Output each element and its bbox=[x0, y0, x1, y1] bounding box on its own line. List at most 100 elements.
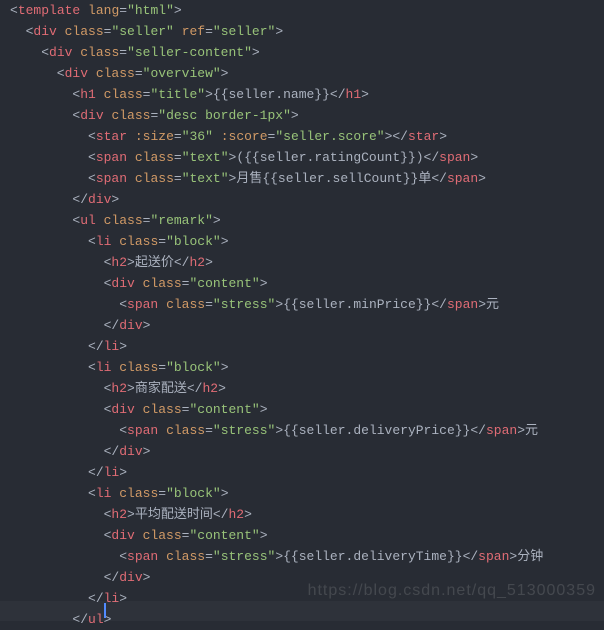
token-p: > bbox=[470, 150, 478, 165]
token-t: span bbox=[127, 549, 158, 564]
token-t: h2 bbox=[111, 255, 127, 270]
token-p: < bbox=[10, 24, 33, 39]
token-p: > bbox=[260, 528, 268, 543]
code-line: <span class="stress">{{seller.minPrice}}… bbox=[10, 297, 499, 312]
code-line: </li> bbox=[10, 339, 127, 354]
token-s: "stress" bbox=[213, 423, 275, 438]
token-s: "seller-content" bbox=[127, 45, 252, 60]
token-a: class bbox=[135, 150, 174, 165]
token-p: </ bbox=[10, 612, 88, 627]
token-s: "content" bbox=[189, 402, 259, 417]
token-p bbox=[57, 24, 65, 39]
token-t: ul bbox=[88, 612, 104, 627]
token-t: h2 bbox=[202, 381, 218, 396]
token-tx: 元 bbox=[486, 297, 499, 312]
token-a: class bbox=[119, 360, 158, 375]
token-p: </ bbox=[213, 507, 229, 522]
code-line: <div class="desc border-1px"> bbox=[10, 108, 299, 123]
token-s: "title" bbox=[150, 87, 205, 102]
token-s: "text" bbox=[182, 171, 229, 186]
token-p: = bbox=[119, 45, 127, 60]
code-line: </div> bbox=[10, 570, 150, 585]
token-p: > bbox=[221, 234, 229, 249]
token-tx: 商家配送 bbox=[135, 381, 187, 396]
token-p bbox=[127, 129, 135, 144]
code-line: <li class="block"> bbox=[10, 234, 229, 249]
code-line: </li> bbox=[10, 591, 127, 606]
token-tx: 元 bbox=[525, 423, 538, 438]
token-p bbox=[135, 402, 143, 417]
token-p: </ bbox=[330, 87, 346, 102]
token-t: li bbox=[104, 339, 120, 354]
token-t: div bbox=[49, 45, 72, 60]
token-tx: 月售{{seller.sellCount}}单 bbox=[236, 171, 431, 186]
token-p: > bbox=[221, 486, 229, 501]
token-p: = bbox=[205, 423, 213, 438]
token-p: > bbox=[275, 423, 283, 438]
token-p: </ bbox=[470, 423, 486, 438]
code-line: <span class="stress">{{seller.deliveryTi… bbox=[10, 549, 543, 564]
token-p bbox=[213, 129, 221, 144]
token-p: > bbox=[361, 87, 369, 102]
code-line: </div> bbox=[10, 192, 119, 207]
token-p: = bbox=[135, 66, 143, 81]
token-a: class bbox=[80, 45, 119, 60]
text-cursor bbox=[104, 603, 106, 618]
token-a: class bbox=[65, 24, 104, 39]
token-t: h2 bbox=[111, 381, 127, 396]
token-a: :score bbox=[221, 129, 268, 144]
code-line: <span class="text">({{seller.ratingCount… bbox=[10, 150, 478, 165]
token-s: "block" bbox=[166, 486, 221, 501]
token-p: </ bbox=[10, 570, 119, 585]
token-p bbox=[80, 3, 88, 18]
token-t: span bbox=[447, 297, 478, 312]
token-a: class bbox=[166, 423, 205, 438]
token-p: > bbox=[275, 549, 283, 564]
token-t: li bbox=[96, 486, 112, 501]
token-p: > bbox=[119, 465, 127, 480]
token-p: </ bbox=[463, 549, 479, 564]
code-line: <div class="content"> bbox=[10, 402, 268, 417]
token-p: > bbox=[244, 507, 252, 522]
code-line: <ul class="remark"> bbox=[10, 213, 221, 228]
token-s: "content" bbox=[189, 276, 259, 291]
token-s: "remark" bbox=[150, 213, 212, 228]
token-p: </ bbox=[10, 465, 104, 480]
token-s: "block" bbox=[166, 234, 221, 249]
token-t: h2 bbox=[228, 507, 244, 522]
token-p: </ bbox=[174, 255, 190, 270]
code-line: <div class="seller" ref="seller"> bbox=[10, 24, 283, 39]
token-tx: ({{seller.ratingCount}}) bbox=[236, 150, 423, 165]
token-p: > bbox=[275, 297, 283, 312]
token-t: div bbox=[111, 528, 134, 543]
token-p bbox=[96, 213, 104, 228]
token-p: < bbox=[10, 87, 80, 102]
code-line: <li class="block"> bbox=[10, 486, 229, 501]
token-p: < bbox=[10, 213, 80, 228]
token-t: template bbox=[18, 3, 80, 18]
token-p: < bbox=[10, 255, 111, 270]
code-block: <template lang="html"> <div class="selle… bbox=[0, 0, 604, 630]
token-t: div bbox=[119, 318, 142, 333]
token-p bbox=[135, 276, 143, 291]
token-p bbox=[96, 87, 104, 102]
token-a: :size bbox=[135, 129, 174, 144]
token-s: "desc border-1px" bbox=[158, 108, 291, 123]
code-line: <star :size="36" :score="seller.score"><… bbox=[10, 129, 447, 144]
token-p: ></ bbox=[385, 129, 408, 144]
code-line: <h1 class="title">{{seller.name}}</h1> bbox=[10, 87, 369, 102]
token-p: </ bbox=[424, 150, 440, 165]
token-t: div bbox=[80, 108, 103, 123]
code-line: <div class="seller-content"> bbox=[10, 45, 260, 60]
token-p: < bbox=[10, 360, 96, 375]
token-p: < bbox=[10, 150, 96, 165]
token-p bbox=[127, 150, 135, 165]
token-p: < bbox=[10, 171, 96, 186]
token-p: < bbox=[10, 234, 96, 249]
code-line: <span class="stress">{{seller.deliveryPr… bbox=[10, 423, 538, 438]
token-p: = bbox=[205, 24, 213, 39]
token-p bbox=[158, 423, 166, 438]
token-p: </ bbox=[10, 192, 88, 207]
token-a: class bbox=[111, 108, 150, 123]
token-p: > bbox=[478, 171, 486, 186]
